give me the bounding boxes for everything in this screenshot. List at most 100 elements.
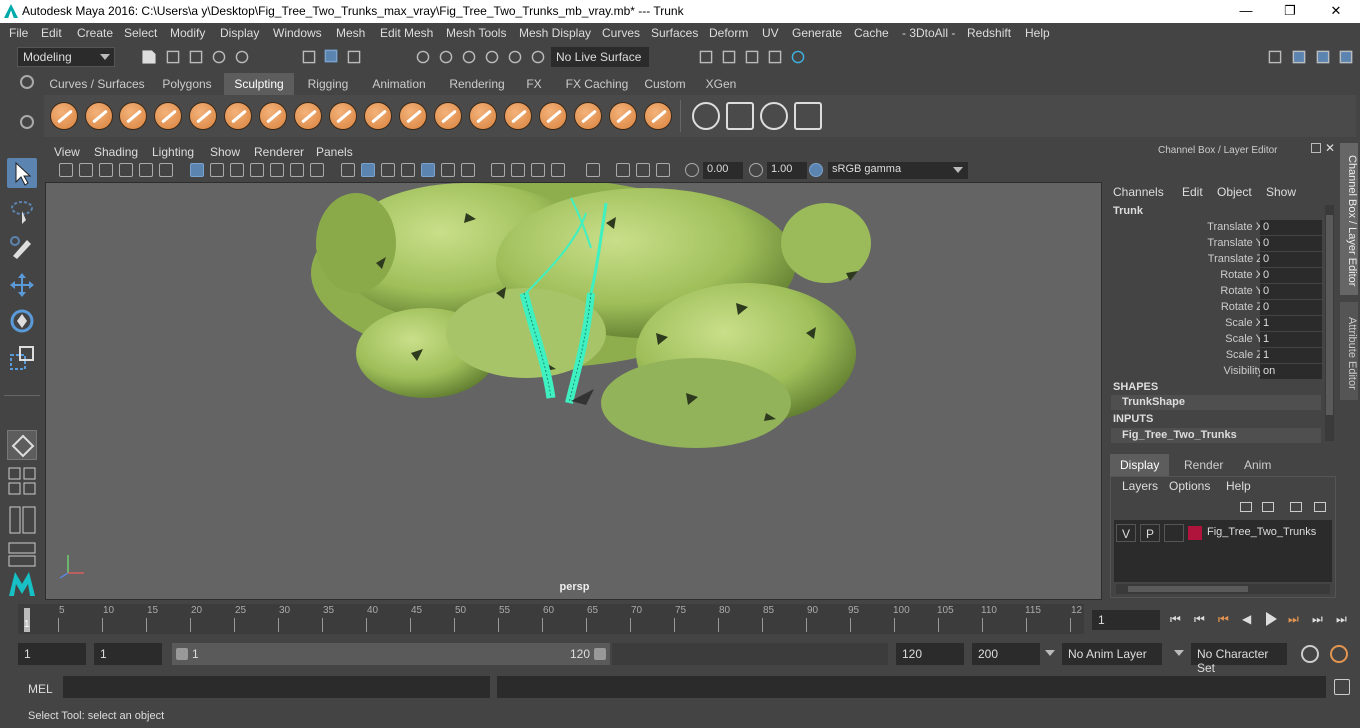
grid-toggle-icon[interactable] [190, 163, 204, 177]
relax-tool-icon[interactable] [119, 102, 147, 130]
go-to-start-icon[interactable]: ⏮ [1170, 612, 1184, 626]
channel-box-toggle-icon[interactable] [1339, 50, 1353, 64]
channel-box-scrollbar[interactable] [1325, 205, 1334, 441]
menu-cache[interactable]: Cache [854, 26, 889, 40]
channel-visibility[interactable]: Visibility on [1106, 364, 1326, 380]
select-camera-icon[interactable] [59, 163, 73, 177]
new-layer-icon[interactable] [1290, 502, 1302, 512]
rotate-tool-icon[interactable] [7, 306, 37, 336]
grab-tool-icon[interactable] [154, 102, 182, 130]
undo-icon[interactable] [212, 50, 226, 64]
ipr-render-icon[interactable] [745, 50, 759, 64]
cb-menu-show[interactable]: Show [1266, 185, 1296, 199]
input-row[interactable]: Fig_Tree_Two_Trunks [1111, 428, 1321, 443]
step-back-frame-icon[interactable]: ⏮ [1194, 612, 1208, 626]
menu-uv[interactable]: UV [762, 26, 779, 40]
channel-value[interactable]: 0 [1260, 300, 1322, 315]
tool-settings-toggle-icon[interactable] [1316, 50, 1330, 64]
outliner-layout-icon[interactable] [7, 505, 37, 535]
animation-end-field[interactable]: 200 [972, 643, 1040, 665]
grease-pencil-icon[interactable] [159, 163, 173, 177]
blend-shape-icon[interactable] [794, 102, 822, 130]
smooth-tool-icon[interactable] [85, 102, 113, 130]
tab-rendering[interactable]: Rendering [440, 73, 514, 95]
menu-set-dropdown[interactable]: Modeling [17, 47, 115, 67]
bookmark-icon[interactable] [99, 163, 113, 177]
channel-rotate-y[interactable]: Rotate Y0 [1106, 284, 1326, 300]
snap-view-plane-icon[interactable] [485, 50, 499, 64]
select-component-icon[interactable] [347, 50, 361, 64]
play-forwards-icon[interactable] [1266, 612, 1280, 626]
menu-windows[interactable]: Windows [273, 26, 322, 40]
select-object-icon[interactable] [324, 49, 338, 63]
menu-file[interactable]: File [9, 26, 28, 40]
freeze-tool-icon[interactable] [644, 102, 672, 130]
shadows-icon[interactable] [461, 163, 475, 177]
field-chart-icon[interactable] [270, 163, 284, 177]
tab-sculpting[interactable]: Sculpting [224, 73, 294, 95]
xray-joints-icon[interactable] [636, 163, 650, 177]
channel-value[interactable]: 0 [1260, 284, 1322, 299]
current-frame-field[interactable]: 1 [1092, 610, 1160, 630]
gamma-field[interactable]: 1.00 [767, 162, 807, 179]
side-tab-channel-box[interactable]: Channel Box / Layer Editor [1340, 143, 1358, 295]
camera-attributes-icon[interactable] [79, 163, 93, 177]
scale-tool-icon[interactable] [7, 343, 37, 373]
snap-grid-icon[interactable] [416, 50, 430, 64]
xray-active-components-icon[interactable] [656, 163, 670, 177]
close-button[interactable]: ✕ [1316, 2, 1356, 20]
panel-menu-lighting[interactable]: Lighting [152, 145, 194, 159]
viewport-persp[interactable]: persp [45, 182, 1102, 600]
maya-home-icon[interactable] [7, 568, 37, 598]
menu-curves[interactable]: Curves [602, 26, 640, 40]
chevron-down-icon[interactable] [1045, 650, 1055, 656]
menu-help[interactable]: Help [1025, 26, 1050, 40]
minimize-button[interactable]: — [1226, 2, 1266, 20]
wireframe-icon[interactable] [341, 163, 355, 177]
script-editor-icon[interactable] [1334, 679, 1350, 695]
safe-action-icon[interactable] [290, 163, 304, 177]
channel-value[interactable]: 0 [1260, 268, 1322, 283]
render-settings-icon[interactable] [699, 50, 713, 64]
channel-rotate-z[interactable]: Rotate Z0 [1106, 300, 1326, 316]
step-forward-frame-icon[interactable]: ⏭ [1312, 612, 1326, 626]
side-tab-attribute-editor[interactable]: Attribute Editor [1340, 302, 1358, 400]
panel-menu-renderer[interactable]: Renderer [254, 145, 304, 159]
float-panel-icon[interactable] [1311, 143, 1321, 153]
tab-fx-caching[interactable]: FX Caching [554, 73, 640, 95]
depth-of-field-icon[interactable] [551, 163, 565, 177]
step-forward-key-icon[interactable]: ⏭ [1288, 612, 1302, 626]
modeling-toolkit-icon[interactable] [1268, 50, 1282, 64]
lattice-sculpt-icon[interactable] [760, 102, 788, 130]
channel-value[interactable]: 1 [1260, 332, 1322, 347]
layer-playback-toggle[interactable]: P [1140, 524, 1160, 542]
menu-create[interactable]: Create [77, 26, 113, 40]
snap-surface-icon[interactable] [531, 50, 545, 64]
scrollbar-thumb[interactable] [1128, 586, 1248, 592]
graph-editor-layout-icon[interactable] [7, 540, 37, 570]
gear-icon[interactable] [20, 115, 34, 129]
chevron-down-icon[interactable] [1174, 650, 1184, 656]
film-gate-icon[interactable] [210, 163, 224, 177]
layer-tab-anim[interactable]: Anim [1234, 454, 1281, 476]
foamy-tool-icon[interactable] [259, 102, 287, 130]
channel-value[interactable]: 0 [1260, 252, 1322, 267]
playback-end-field[interactable]: 120 [896, 643, 964, 665]
menu-deform[interactable]: Deform [709, 26, 748, 40]
channel-translate-x[interactable]: Translate X0 [1106, 220, 1326, 236]
channel-value[interactable]: 1 [1260, 316, 1322, 331]
render-view-icon[interactable] [768, 50, 782, 64]
layer-visibility-toggle[interactable]: V [1116, 524, 1136, 542]
snap-point-icon[interactable] [462, 50, 476, 64]
move-layer-up-icon[interactable] [1240, 502, 1252, 512]
new-scene-icon[interactable] [142, 50, 156, 64]
menu-3dtoall[interactable]: - 3DtoAll - [902, 26, 955, 40]
four-view-layout-icon[interactable] [7, 466, 37, 496]
channel-translate-y[interactable]: Translate Y0 [1106, 236, 1326, 252]
layer-menu-layers[interactable]: Layers [1122, 479, 1158, 493]
menu-redshift[interactable]: Redshift [967, 26, 1011, 40]
resolution-gate-icon[interactable] [230, 163, 244, 177]
layer-row[interactable]: V P Fig_Tree_Two_Trunks [1116, 524, 1330, 542]
tab-polygons[interactable]: Polygons [154, 73, 220, 95]
repeat-tool-icon[interactable] [329, 102, 357, 130]
